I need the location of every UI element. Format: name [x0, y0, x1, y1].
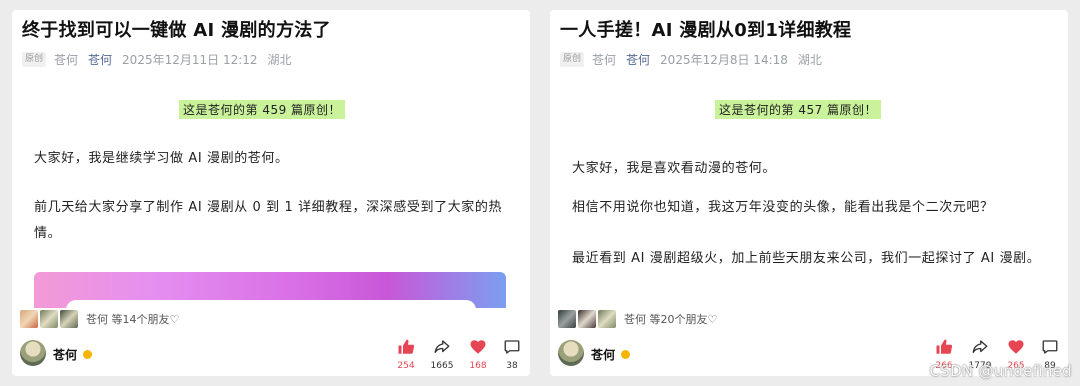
comment-count: 38 — [506, 361, 518, 371]
friends-liked-row[interactable]: 苍何 等20个朋友♡ — [558, 308, 1058, 330]
article-card-left[interactable]: 终于找到可以一键做 AI 漫剧的方法了 原创 苍何 苍何 2025年12月11日… — [12, 10, 530, 376]
thumbs-up-icon — [388, 338, 424, 358]
verified-icon — [83, 350, 92, 359]
article-card-right[interactable]: 一人手搓！AI 漫剧从0到1详细教程 原创 苍何 苍何 2025年12月8日 1… — [550, 10, 1068, 376]
verified-icon — [621, 350, 630, 359]
article-meta: 原创 苍何 苍何 2025年12月11日 12:12 湖北 — [22, 51, 292, 68]
publish-location: 湖北 — [267, 53, 292, 67]
friend-avatar — [20, 310, 38, 328]
cover-image — [34, 272, 506, 312]
account-name[interactable]: 苍何 — [591, 346, 615, 363]
friends-liked-row[interactable]: 苍何 等14个朋友♡ — [20, 308, 520, 330]
paragraph: 相信不用说你也知道，我这万年没变的头像，能看出我是个二次元吧？ — [572, 200, 994, 215]
share-button[interactable]: 1665 — [424, 338, 460, 371]
heart-icon — [460, 338, 496, 358]
friends-liked-text: 苍何 等20个朋友♡ — [624, 313, 718, 326]
comment-icon — [494, 338, 530, 358]
article-title[interactable]: 一人手搓！AI 漫剧从0到1详细教程 — [560, 16, 851, 42]
author-name: 苍何 — [54, 53, 79, 67]
original-count-highlight: 这是苍何的第 459 篇原创！ — [179, 100, 346, 119]
article-meta: 原创 苍何 苍何 2025年12月8日 14:18 湖北 — [560, 51, 822, 68]
comment-button[interactable]: 38 — [494, 338, 530, 371]
friend-avatars — [20, 310, 80, 328]
share-icon — [962, 338, 998, 358]
publish-date: 2025年12月11日 12:12 — [122, 53, 258, 67]
friend-avatar — [60, 310, 78, 328]
friend-avatar — [598, 310, 616, 328]
heart-icon — [998, 338, 1034, 358]
share-icon — [424, 338, 460, 358]
article-title[interactable]: 终于找到可以一键做 AI 漫剧的方法了 — [22, 16, 331, 42]
avatar[interactable] — [20, 340, 46, 366]
account-link[interactable]: 苍何 — [88, 51, 112, 68]
account-name[interactable]: 苍何 — [53, 346, 77, 363]
favorite-button[interactable]: 168 — [460, 338, 496, 371]
like-button[interactable]: 254 — [388, 338, 424, 371]
article-footer: 苍何 254 1665 168 38 — [20, 338, 520, 372]
author-name: 苍何 — [592, 53, 617, 67]
favorite-count: 168 — [469, 361, 487, 371]
friend-avatar — [40, 310, 58, 328]
original-badge: 原创 — [560, 52, 585, 67]
original-badge: 原创 — [22, 52, 47, 67]
friend-avatar — [558, 310, 576, 328]
comment-icon — [1032, 338, 1068, 358]
like-count: 254 — [397, 361, 415, 371]
original-count-highlight: 这是苍何的第 457 篇原创！ — [715, 100, 882, 119]
paragraph: 前几天给大家分享了制作 AI 漫剧从 0 到 1 详细教程，深深感受到了大家的热… — [34, 200, 503, 241]
friend-avatars — [558, 310, 618, 328]
watermark: CSDN @undefined — [929, 362, 1072, 380]
avatar[interactable] — [558, 340, 584, 366]
paragraph: 大家好，我是喜欢看动漫的苍何。 — [572, 161, 777, 176]
paragraph: 大家好，我是继续学习做 AI 漫剧的苍何。 — [34, 151, 289, 166]
publish-date: 2025年12月8日 14:18 — [660, 53, 788, 67]
friends-liked-text: 苍何 等14个朋友♡ — [86, 313, 180, 326]
share-count: 1665 — [430, 361, 454, 371]
paragraph: 最近看到 AI 漫剧超级火，加上前些天朋友来公司，我们一起探讨了 AI 漫剧。 — [572, 251, 1041, 266]
account-link[interactable]: 苍何 — [626, 51, 650, 68]
friend-avatar — [578, 310, 596, 328]
thumbs-up-icon — [926, 338, 962, 358]
publish-location: 湖北 — [797, 53, 822, 67]
